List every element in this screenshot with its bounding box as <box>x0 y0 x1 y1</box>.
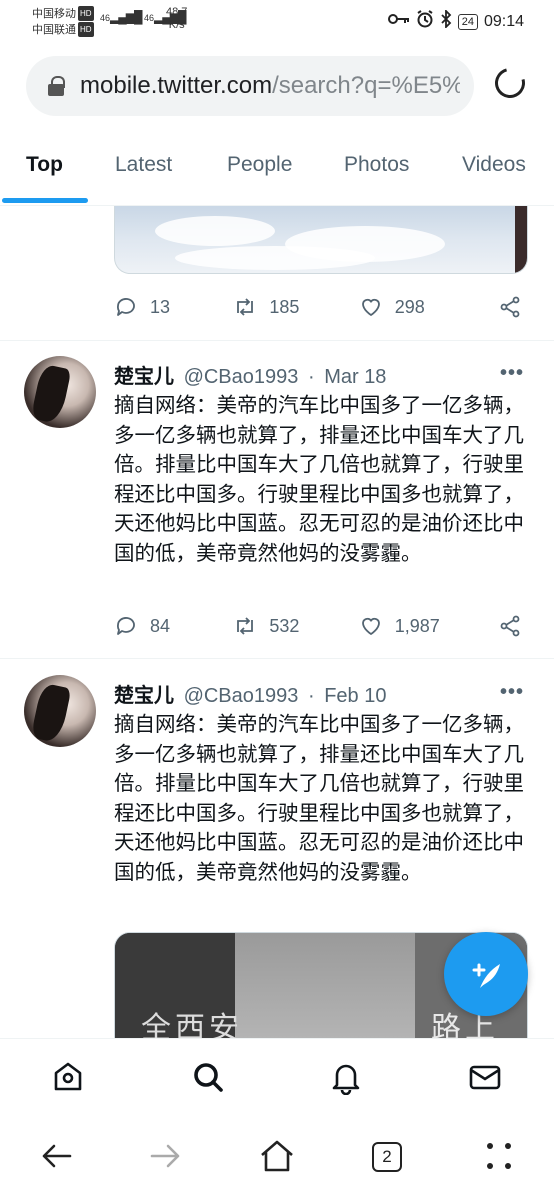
avatar[interactable] <box>24 675 96 747</box>
retweet-count: 532 <box>269 615 300 636</box>
more-options-icon[interactable]: ••• <box>500 681 524 704</box>
tweet-divider <box>0 340 554 341</box>
meta-separator: · <box>307 685 315 707</box>
avatar[interactable] <box>24 356 96 428</box>
signal-label-1: 46 <box>100 13 111 23</box>
lock-icon <box>48 76 65 96</box>
tweet-header: 楚宝儿 @CBao1993 · Mar 18 <box>114 360 386 389</box>
url-text[interactable]: mobile.twitter.com/search?q=%E5% <box>80 72 460 100</box>
like-button[interactable]: 1,987 <box>359 614 498 638</box>
avatar-hair <box>30 682 72 744</box>
back-arrow-icon[interactable] <box>38 1138 74 1174</box>
search-icon[interactable] <box>190 1059 226 1095</box>
notifications-icon[interactable] <box>328 1059 364 1095</box>
hd-badge: HD <box>78 6 94 21</box>
search-tabs: Top Latest People Photos Videos <box>0 132 554 206</box>
cloud-shape <box>155 216 275 246</box>
like-count: 1,987 <box>394 615 440 636</box>
like-button[interactable]: 298 <box>359 295 498 319</box>
forward-arrow-icon[interactable] <box>148 1138 184 1174</box>
author-name[interactable]: 楚宝儿 <box>114 366 174 388</box>
tweet-text: 摘自网络：美帝的汽车比中国多了一亿多辆， 多一亿多辆也就算了，排量还比中国车大了… <box>114 713 524 884</box>
clock: 09:14 <box>483 12 524 30</box>
home-outline-icon[interactable] <box>258 1138 296 1174</box>
author-handle[interactable]: @CBao1993 <box>184 366 299 388</box>
tweet-actions: 13 185 298 <box>114 292 534 322</box>
reply-button[interactable]: 13 <box>114 295 233 319</box>
url-host: mobile.twitter.com <box>80 72 273 99</box>
system-navigation <box>0 1114 554 1200</box>
more-menu-icon[interactable] <box>484 1138 514 1174</box>
tweet-header: 楚宝儿 @CBao1993 · Feb 10 <box>114 679 386 708</box>
more-options-icon[interactable]: ••• <box>500 362 524 385</box>
media-panel <box>235 933 415 1041</box>
address-bar[interactable]: mobile.twitter.com/search?q=%E5% <box>26 56 474 116</box>
tab-latest[interactable]: Latest <box>115 132 172 198</box>
author-handle[interactable]: @CBao1993 <box>184 685 299 707</box>
heart-icon <box>361 298 380 317</box>
key-icon <box>387 12 410 31</box>
reply-icon <box>116 617 135 635</box>
carrier-1: 中国移动 <box>32 8 76 20</box>
bluetooth-icon <box>440 8 452 33</box>
retweet-button[interactable]: 185 <box>233 295 358 319</box>
network-speed-value: 48.7 <box>166 6 188 18</box>
retweet-count: 185 <box>269 296 300 317</box>
share-button[interactable] <box>498 295 534 319</box>
carrier-2: 中国联通 <box>32 24 76 36</box>
tab-videos[interactable]: Videos <box>462 132 526 198</box>
avatar-hair <box>30 363 72 425</box>
tweet-text: 摘自网络：美帝的汽车比中国多了一亿多辆， 多一亿多辆也就算了，排量还比中国车大了… <box>114 394 524 565</box>
tweet-actions: 84 532 1,987 <box>114 611 534 641</box>
messages-icon[interactable] <box>467 1059 503 1095</box>
reply-button[interactable]: 84 <box>114 614 233 638</box>
heart-icon <box>361 617 380 636</box>
tab-people[interactable]: People <box>227 132 292 198</box>
like-count: 298 <box>394 296 425 317</box>
retweet-button[interactable]: 532 <box>233 614 358 638</box>
signal-bars-icon: ▂▄▆█ <box>110 10 142 24</box>
tweet-date[interactable]: Mar 18 <box>324 366 386 388</box>
reply-count: 84 <box>150 615 171 636</box>
home-icon[interactable] <box>50 1059 86 1095</box>
carrier-info: 中国移动 HD 中国联通 HD <box>32 6 94 38</box>
share-button[interactable] <box>498 614 534 638</box>
retweet-icon <box>237 298 254 316</box>
bottom-navigation <box>0 1038 554 1114</box>
status-icons: 24 09:14 <box>387 8 524 33</box>
share-icon <box>500 615 520 637</box>
tweet-date[interactable]: Feb 10 <box>324 685 386 707</box>
network-speed: 48.7 K/s <box>166 6 187 32</box>
active-tab-indicator <box>2 198 88 203</box>
battery-icon: 24 <box>457 13 478 30</box>
tweet-media-image[interactable] <box>114 206 528 274</box>
tab-photos[interactable]: Photos <box>344 132 409 198</box>
author-name[interactable]: 楚宝儿 <box>114 685 174 707</box>
media-caption: 全西安 <box>141 1012 243 1042</box>
image-pole <box>515 206 527 273</box>
url-path: /search?q=%E5% <box>272 72 460 99</box>
reload-icon[interactable] <box>489 62 531 104</box>
alarm-icon <box>416 10 434 33</box>
tabs-count-button[interactable]: 2 <box>372 1142 402 1172</box>
reply-icon <box>116 298 135 316</box>
network-speed-unit: K/s <box>168 19 185 31</box>
compose-feather-icon <box>472 963 500 988</box>
meta-separator: · <box>307 366 315 388</box>
cloud-shape <box>175 246 375 270</box>
status-bar: 中国移动 HD 中国联通 HD 46▂▄▆█ 46▂▄▆█ 48.7 K/s 24 … <box>0 0 554 44</box>
share-icon <box>500 296 520 318</box>
hd-badge: HD <box>78 22 94 37</box>
signal-label-2: 46 <box>144 13 155 23</box>
reply-count: 13 <box>150 296 171 317</box>
tab-top[interactable]: Top <box>26 132 63 198</box>
compose-tweet-button[interactable] <box>444 932 528 1016</box>
tweet-divider <box>0 658 554 659</box>
retweet-icon <box>237 617 254 635</box>
